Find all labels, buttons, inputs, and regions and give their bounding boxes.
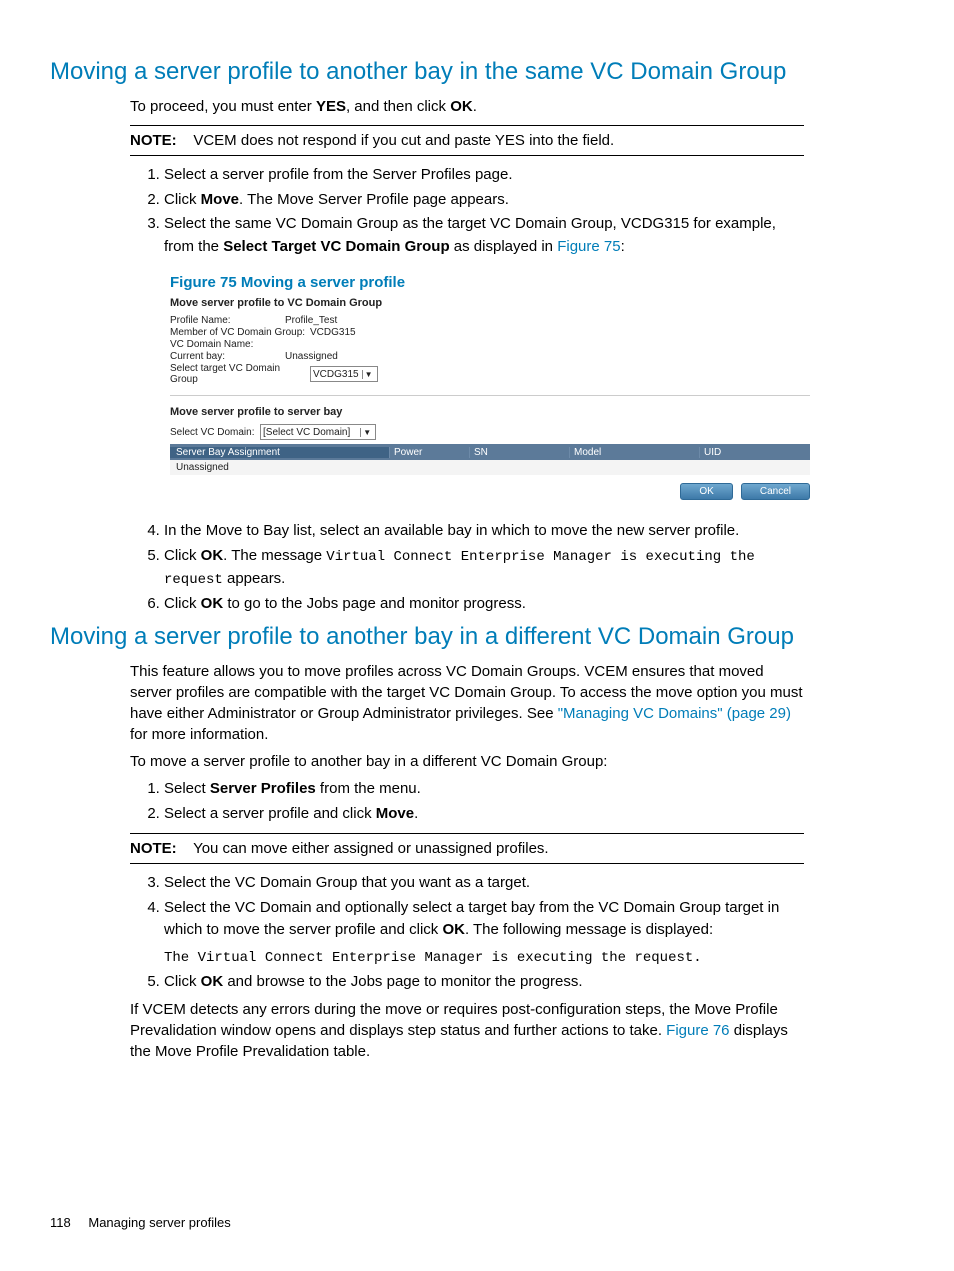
list-item: Click OK to go to the Jobs page and moni… (164, 593, 804, 616)
text: . (473, 98, 477, 115)
note-text: You can move either assigned or unassign… (193, 840, 549, 857)
fig-label: Select target VC Domain Group (170, 363, 310, 385)
text: to go to the Jobs page and monitor progr… (223, 595, 526, 612)
text: Click (164, 191, 201, 208)
list-item: Select the VC Domain and optionally sele… (164, 897, 804, 969)
fig-value: Profile_Test (285, 315, 337, 326)
figure-heading: Move server profile to VC Domain Group (170, 297, 820, 309)
figure75-link[interactable]: Figure 75 (557, 238, 620, 255)
figure-heading: Move server profile to server bay (170, 406, 820, 418)
text-ok: OK (450, 98, 473, 115)
figure75-caption: Figure 75 Moving a server profile (170, 274, 804, 291)
figure76-link[interactable]: Figure 76 (666, 1022, 729, 1039)
text: Select (164, 780, 210, 797)
fig-label: Select VC Domain: (170, 427, 260, 438)
chevron-down-icon: ▼ (360, 428, 373, 437)
text-bold: Server Profiles (210, 780, 316, 797)
text-bold: OK (201, 973, 224, 990)
text: for more information. (130, 726, 268, 743)
managing-domains-link[interactable]: "Managing VC Domains" (page 29) (558, 705, 791, 722)
table-header: Server Bay Assignment Power SN Model UID (170, 444, 810, 460)
target-group-select[interactable]: VCDG315▼ (310, 366, 378, 382)
fig-label: VC Domain Name: (170, 339, 285, 350)
note-text: VCEM does not respond if you cut and pas… (193, 132, 614, 149)
text-bold: Select Target VC Domain Group (223, 238, 449, 255)
chevron-down-icon: ▼ (362, 370, 375, 379)
page-number: 118 (50, 1215, 71, 1230)
fig-value: Unassigned (285, 351, 338, 362)
text: . The message (223, 547, 326, 564)
fig-value: VCDG315 (310, 327, 356, 338)
note-box: NOTE: You can move either assigned or un… (130, 833, 804, 864)
paragraph: If VCEM detects any errors during the mo… (130, 999, 804, 1062)
text-yes: YES (316, 98, 346, 115)
text-bold: OK (201, 547, 224, 564)
text: . The following message is displayed: (465, 921, 713, 938)
table-row: Unassigned (170, 460, 810, 475)
section2-title: Moving a server profile to another bay i… (50, 623, 804, 651)
text: Select a server profile and click (164, 805, 376, 822)
ordered-list-2b: Select the VC Domain Group that you want… (130, 872, 804, 993)
text: . The Move Server Profile page appears. (239, 191, 509, 208)
text-bold: OK (201, 595, 224, 612)
fig-label: Member of VC Domain Group: (170, 327, 310, 338)
text: : (621, 238, 625, 255)
select-value: [Select VC Domain] (263, 427, 350, 438)
fig-label: Profile Name: (170, 315, 285, 326)
select-value: VCDG315 (313, 369, 359, 380)
list-item: Select the same VC Domain Group as the t… (164, 213, 804, 258)
list-item: Select the VC Domain Group that you want… (164, 872, 804, 895)
note-label: NOTE: (130, 132, 177, 149)
ordered-list-2: Select Server Profiles from the menu. Se… (130, 778, 804, 825)
text: . (414, 805, 418, 822)
col-header: Power (390, 447, 470, 458)
ordered-list-1: Select a server profile from the Server … (130, 164, 804, 258)
ok-button[interactable]: OK (680, 483, 732, 500)
text: appears. (223, 570, 286, 587)
text: Click (164, 973, 201, 990)
text: Click (164, 547, 201, 564)
list-item: Click Move. The Move Server Profile page… (164, 189, 804, 212)
list-item: In the Move to Bay list, select an avail… (164, 520, 804, 543)
intro-paragraph: To proceed, you must enter YES, and then… (130, 96, 804, 117)
figure75: Move server profile to VC Domain Group P… (170, 297, 820, 500)
text: Click (164, 595, 201, 612)
page-footer: 118 Managing server profiles (50, 1215, 231, 1230)
text-bold: OK (442, 921, 465, 938)
text: as displayed in (450, 238, 558, 255)
text-bold: Move (376, 805, 414, 822)
text: , and then click (346, 98, 450, 115)
col-header: Server Bay Assignment (170, 447, 390, 458)
ordered-list-1b: In the Move to Bay list, select an avail… (130, 520, 804, 615)
list-item: Select a server profile and click Move. (164, 803, 804, 826)
paragraph: To move a server profile to another bay … (130, 751, 804, 772)
col-header: Model (570, 447, 700, 458)
code-text: The Virtual Connect Enterprise Manager i… (164, 948, 804, 969)
list-item: Click OK. The message Virtual Connect En… (164, 545, 804, 591)
note-label: NOTE: (130, 840, 177, 857)
paragraph: This feature allows you to move profiles… (130, 661, 804, 745)
vc-domain-select[interactable]: [Select VC Domain] ▼ (260, 424, 376, 440)
text: and browse to the Jobs page to monitor t… (223, 973, 582, 990)
divider (170, 395, 810, 396)
text-bold: Move (201, 191, 239, 208)
text: To proceed, you must enter (130, 98, 316, 115)
note-box: NOTE: VCEM does not respond if you cut a… (130, 125, 804, 156)
list-item: Click OK and browse to the Jobs page to … (164, 971, 804, 994)
text: from the menu. (316, 780, 421, 797)
list-item: Select a server profile from the Server … (164, 164, 804, 187)
fig-label: Current bay: (170, 351, 285, 362)
footer-label: Managing server profiles (88, 1215, 230, 1230)
col-header: UID (700, 447, 810, 458)
col-header: SN (470, 447, 570, 458)
list-item: Select Server Profiles from the menu. (164, 778, 804, 801)
cancel-button[interactable]: Cancel (741, 483, 810, 500)
section1-title: Moving a server profile to another bay i… (50, 58, 804, 86)
